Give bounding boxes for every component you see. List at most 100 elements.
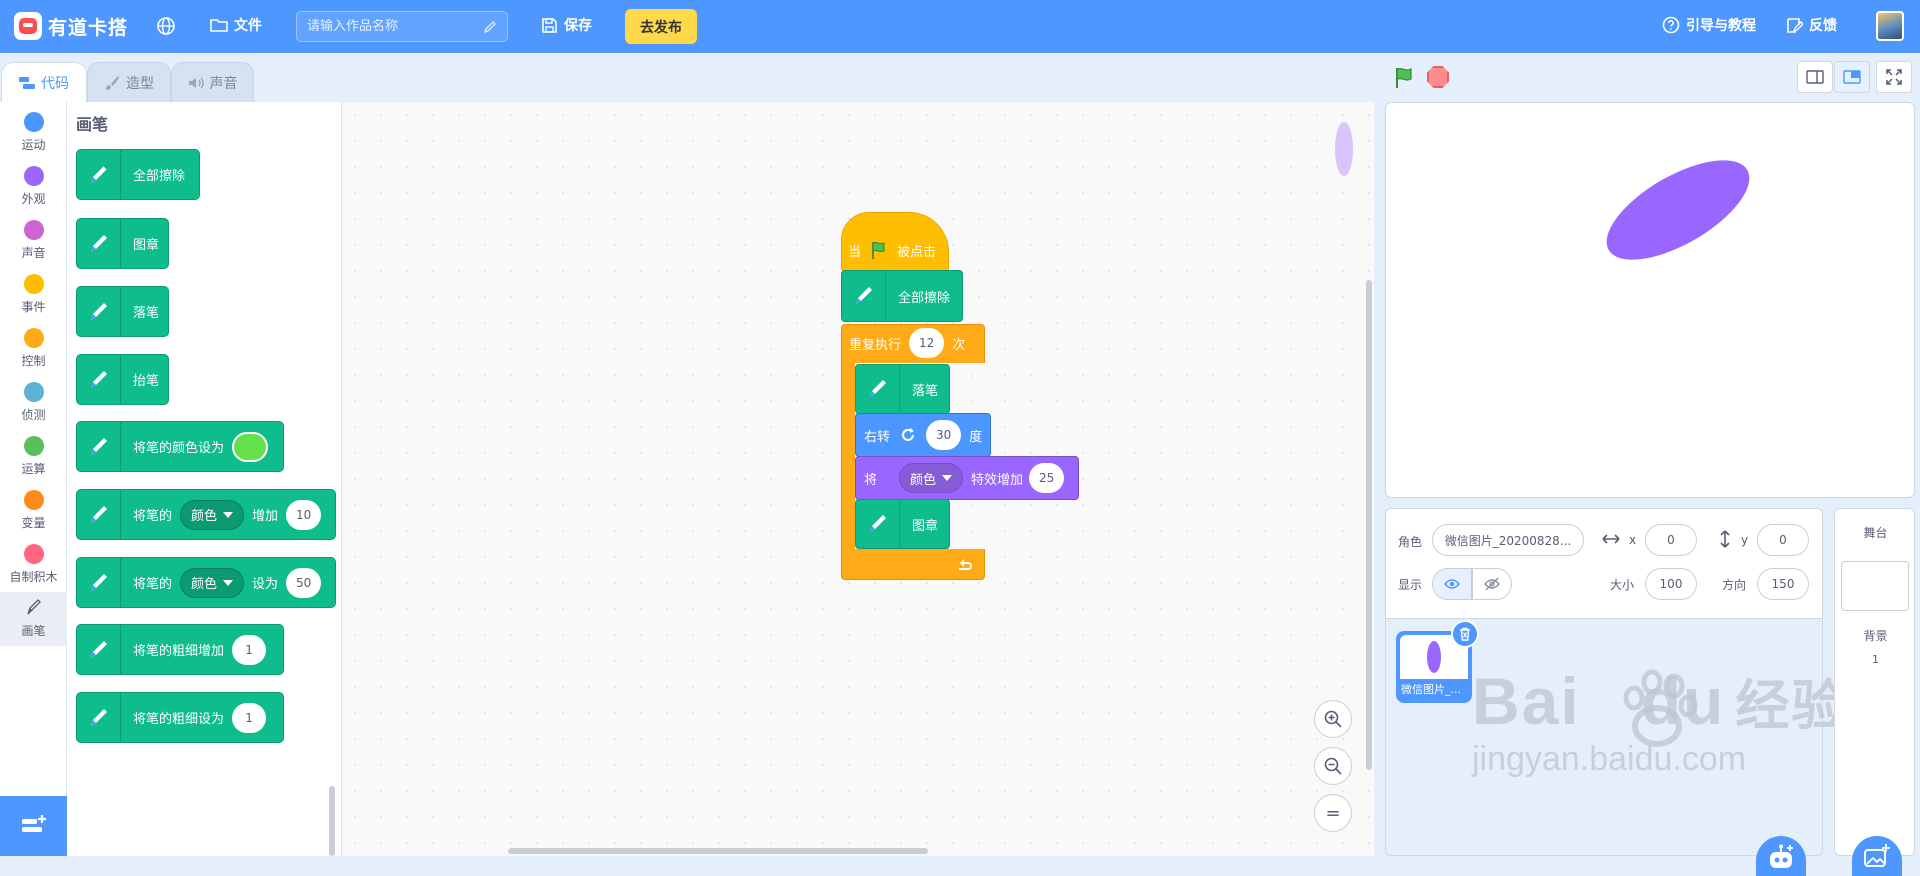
- script-turn-right-block[interactable]: 右转 30 度: [855, 413, 991, 457]
- turn-label: 右转: [864, 429, 891, 445]
- stage-canvas[interactable]: [1385, 102, 1915, 498]
- script-clear-block[interactable]: 全部擦除: [841, 270, 963, 322]
- category-variables[interactable]: 变量: [0, 484, 67, 538]
- robot-icon: [1770, 844, 1793, 868]
- pen-icon: [77, 693, 121, 742]
- category-events-label: 事件: [21, 300, 46, 314]
- category-motion[interactable]: 运动: [0, 106, 67, 160]
- repeat-footer: [956, 553, 974, 577]
- palette-block-clear-label: 全部擦除: [133, 169, 186, 184]
- save-button[interactable]: 保存: [541, 15, 592, 35]
- backdrop-count: 1: [1872, 653, 1879, 666]
- param-value-input[interactable]: 10: [286, 499, 322, 530]
- project-name-field[interactable]: [296, 11, 508, 42]
- small-stage-button[interactable]: [1797, 61, 1833, 93]
- globe-icon[interactable]: [154, 14, 178, 38]
- pen-icon: [77, 287, 121, 336]
- pen-icon: [77, 490, 121, 539]
- palette-block-set-size[interactable]: 将笔的粗细设为 1: [76, 692, 284, 743]
- workspace-horizontal-scrollbar[interactable]: [508, 848, 928, 854]
- stage-thumbnail[interactable]: [1841, 561, 1909, 611]
- direction-input[interactable]: 150: [1757, 568, 1809, 600]
- publish-button[interactable]: 去发布: [625, 9, 697, 44]
- color-picker-swatch[interactable]: [232, 431, 269, 462]
- palette-block-change-param[interactable]: 将笔的 颜色 增加 10: [76, 489, 336, 540]
- category-motion-label: 运动: [21, 138, 46, 152]
- pen-icon: [77, 150, 121, 199]
- script-stamp-block[interactable]: 图章: [855, 499, 950, 549]
- project-name-input[interactable]: [307, 19, 483, 34]
- category-operators[interactable]: 运算: [0, 430, 67, 484]
- stop-button[interactable]: [1427, 66, 1449, 88]
- zoom-reset-button[interactable]: =: [1314, 794, 1352, 832]
- green-flag-button[interactable]: [1392, 66, 1416, 90]
- file-menu-label: 文件: [234, 18, 262, 34]
- vertical-arrows-icon: [1720, 530, 1730, 548]
- script-change-effect-block[interactable]: 将 颜色 特效增加 25: [855, 456, 1079, 500]
- large-stage-button[interactable]: [1834, 61, 1870, 93]
- category-control[interactable]: 控制: [0, 322, 67, 376]
- hide-sprite-button[interactable]: [1472, 568, 1512, 600]
- tab-code[interactable]: 代码: [1, 62, 87, 102]
- category-sound[interactable]: 声音: [0, 214, 67, 268]
- tab-sounds[interactable]: 声音: [171, 62, 254, 102]
- category-my-blocks[interactable]: 自制积木: [0, 538, 67, 592]
- tab-costumes[interactable]: 造型: [87, 62, 171, 102]
- x-input[interactable]: 0: [1645, 524, 1697, 556]
- repeat-count-input[interactable]: 12: [909, 328, 945, 358]
- eye-hidden-icon: [1484, 577, 1500, 591]
- loop-arrow-icon: [959, 559, 972, 570]
- block-palette: 画笔 全部擦除 图章 落笔 抬笔 将笔的颜色设为 将笔的 颜色 增加 10 将笔…: [67, 102, 342, 856]
- when-flag-row: 当 被点击: [848, 235, 936, 265]
- param-dropdown[interactable]: 颜色: [180, 567, 245, 598]
- app-logo[interactable]: 有道卡搭: [14, 12, 128, 40]
- zoom-out-button[interactable]: [1314, 747, 1352, 785]
- palette-block-pen-up[interactable]: 抬笔: [76, 354, 169, 405]
- palette-block-set-param[interactable]: 将笔的 颜色 设为 50: [76, 557, 336, 608]
- user-avatar[interactable]: [1876, 11, 1904, 41]
- category-sensing[interactable]: 侦测: [0, 376, 67, 430]
- palette-block-change-size[interactable]: 将笔的粗细增加 1: [76, 624, 284, 675]
- category-looks-label: 外观: [21, 192, 46, 206]
- file-menu[interactable]: 文件: [210, 15, 262, 35]
- effect-value-input[interactable]: 25: [1029, 463, 1065, 493]
- category-sensing-label: 侦测: [21, 408, 46, 422]
- stage-target-pane[interactable]: 舞台 背景 1: [1834, 508, 1915, 856]
- top-menu-bar: 有道卡搭 文件 保存 去发布 引导与教程 反馈: [0, 0, 1920, 53]
- tab-costumes-label: 造型: [126, 75, 154, 92]
- palette-block-pen-down[interactable]: 落笔: [76, 286, 169, 337]
- feedback-button[interactable]: 反馈: [1786, 15, 1837, 35]
- palette-block-stamp[interactable]: 图章: [76, 218, 169, 269]
- size-value-input[interactable]: 1: [232, 634, 267, 665]
- workspace-vertical-scrollbar[interactable]: [1366, 280, 1372, 770]
- script-pen-down-block[interactable]: 落笔: [855, 364, 950, 414]
- script-stamp-label: 图章: [912, 518, 939, 534]
- category-sound-label: 声音: [21, 246, 46, 260]
- zoom-in-button[interactable]: [1314, 700, 1352, 738]
- fullscreen-button[interactable]: [1876, 61, 1912, 93]
- show-label: 显示: [1398, 578, 1423, 592]
- delete-sprite-button[interactable]: [1451, 620, 1479, 648]
- palette-block-stamp-label: 图章: [133, 238, 160, 253]
- palette-block-set-color[interactable]: 将笔的颜色设为: [76, 421, 284, 472]
- effect-dropdown[interactable]: 颜色: [899, 463, 964, 493]
- palette-scrollbar[interactable]: [329, 786, 335, 856]
- zoom-out-icon: [1324, 757, 1342, 775]
- add-extension-button[interactable]: [0, 796, 67, 856]
- show-sprite-button[interactable]: [1432, 568, 1472, 600]
- category-looks[interactable]: 外观: [0, 160, 67, 214]
- param-value-input[interactable]: 50: [286, 567, 322, 598]
- guide-button[interactable]: 引导与教程: [1662, 15, 1756, 35]
- palette-block-clear[interactable]: 全部擦除: [76, 149, 200, 200]
- category-operators-label: 运算: [21, 462, 46, 476]
- sprite-name-input[interactable]: 微信图片_20200828...: [1432, 524, 1584, 556]
- category-events[interactable]: 事件: [0, 268, 67, 322]
- y-input[interactable]: 0: [1757, 524, 1809, 556]
- baidu-paw-icon: [1623, 669, 1698, 747]
- turn-degrees-input[interactable]: 30: [926, 420, 962, 450]
- param-dropdown[interactable]: 颜色: [180, 499, 245, 530]
- size-input[interactable]: 100: [1645, 568, 1697, 600]
- size-value-input[interactable]: 1: [232, 702, 267, 733]
- category-operators-dot: [23, 436, 44, 456]
- category-pen[interactable]: 画笔: [0, 592, 67, 646]
